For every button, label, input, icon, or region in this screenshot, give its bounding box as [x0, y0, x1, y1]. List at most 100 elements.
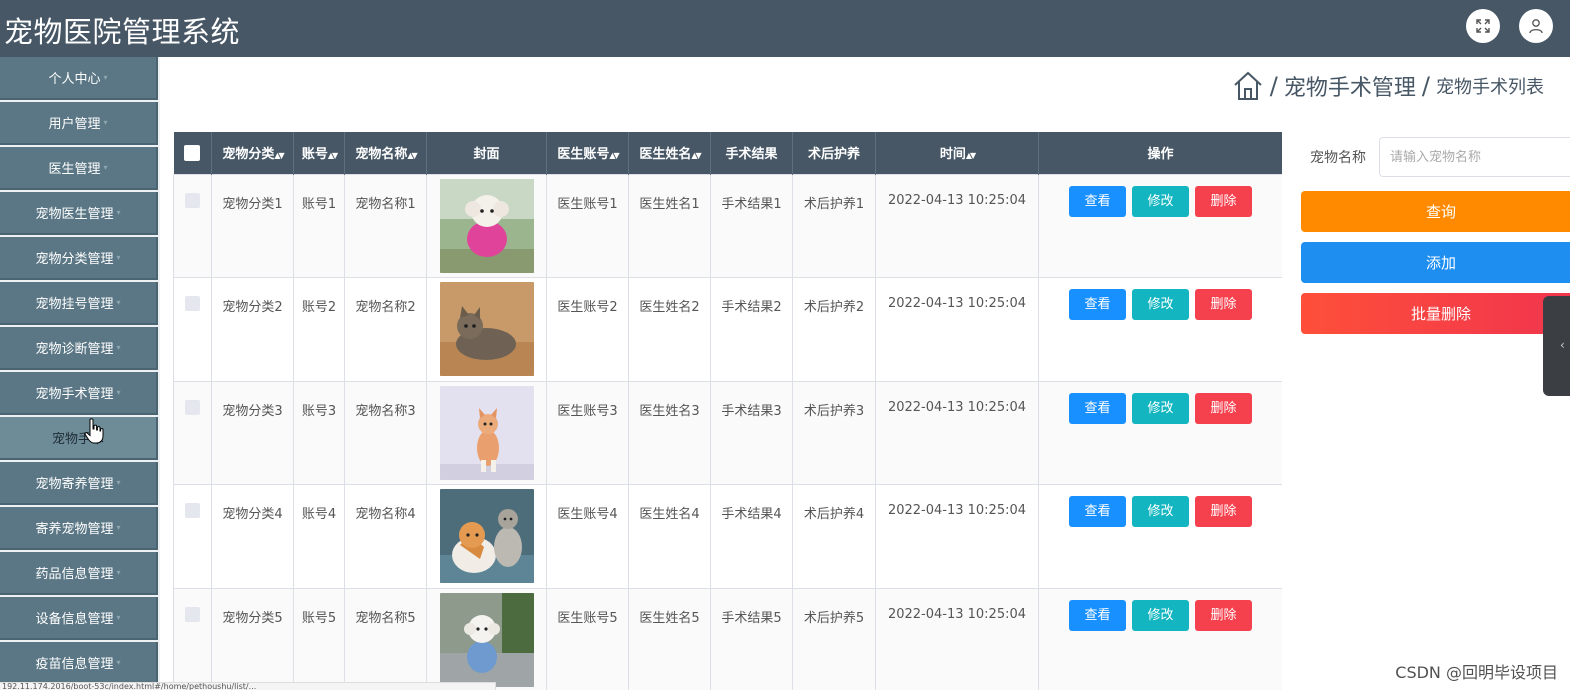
sidebar-item-label: 宠物医生管理	[35, 207, 114, 222]
select-all-checkbox[interactable]	[184, 144, 201, 161]
sidebar-item-pet-boarding[interactable]: 宠物寄养管理 ▾	[0, 462, 158, 505]
chevron-down-icon: ▾	[103, 118, 108, 127]
app-title: 宠物医院管理系统	[4, 15, 241, 49]
delete-button[interactable]: 删除	[1195, 185, 1252, 217]
sidebar-item-pet-diagnosis[interactable]: 宠物诊断管理 ▾	[0, 327, 158, 370]
row-checkbox[interactable]	[185, 503, 200, 518]
sidebar-item-doctors[interactable]: 医生管理 ▾	[0, 147, 158, 190]
sidebar-item-pet-categories[interactable]: 宠物分类管理 ▾	[0, 237, 158, 280]
cell-account: 账号1	[293, 173, 345, 278]
cell-cover	[426, 173, 547, 278]
delete-button[interactable]: 删除	[1195, 392, 1252, 424]
pet-photo-kitten	[439, 385, 534, 480]
pet-name-search-input[interactable]	[1379, 137, 1570, 177]
cell-doctor-account: 医生账号3	[546, 380, 629, 485]
delete-button[interactable]: 删除	[1195, 496, 1252, 527]
sidebar-item-label: 寄养宠物管理	[35, 522, 114, 537]
chevron-down-icon: ▾	[116, 523, 121, 532]
cell-care: 术后护养4	[792, 484, 876, 589]
chevron-down-icon: ▾	[116, 253, 121, 262]
delete-button[interactable]: 删除	[1195, 289, 1252, 320]
cell-cover	[426, 277, 547, 382]
fullscreen-button[interactable]	[1466, 9, 1500, 43]
column-header-pet-name[interactable]: 宠物名称▲▼	[344, 132, 427, 174]
column-header-actions: 操作	[1038, 132, 1282, 174]
column-header-account[interactable]: 账号▲▼	[293, 132, 345, 174]
sidebar: 个人中心 ▾ 用户管理 ▾ 医生管理 ▾ 宠物医生管理 ▾ 宠物分类管理 ▾ 宠物挂号管理…	[0, 57, 160, 690]
edit-button[interactable]: 修改	[1132, 185, 1189, 217]
side-drawer-tab[interactable]: ‹	[1543, 296, 1570, 396]
sidebar-item-vaccines[interactable]: 疫苗信息管理 ▾	[0, 642, 158, 685]
cell-time: 2022-04-13 10:25:04	[875, 277, 1039, 382]
row-checkbox[interactable]	[185, 399, 200, 415]
view-button[interactable]: 查看	[1069, 599, 1126, 631]
batch-delete-button[interactable]: 批量删除	[1301, 293, 1570, 334]
sort-icon[interactable]: ▲▼	[609, 151, 619, 160]
cell-time: 2022-04-13 10:25:04	[875, 587, 1039, 690]
table-row: 宠物分类3 账号3 宠物名称3 医生账号3 医生姓名3 手术结果3 术后护养3 …	[173, 380, 1282, 485]
column-header-doctor-account[interactable]: 医生账号▲▼	[546, 132, 629, 174]
sidebar-item-users[interactable]: 用户管理 ▾	[0, 102, 158, 145]
sidebar-item-personal-center[interactable]: 个人中心 ▾	[0, 57, 158, 100]
user-button[interactable]	[1519, 9, 1553, 43]
sidebar-item-pet-surgery[interactable]: 宠物手术管理 ▾	[0, 372, 158, 415]
sidebar-item-label: 药品信息管理	[35, 567, 114, 582]
sidebar-subitem-pet-surgery[interactable]: 宠物手术	[0, 417, 158, 460]
view-button[interactable]: 查看	[1069, 496, 1126, 527]
cell-actions: 查看 修改 删除	[1038, 380, 1282, 485]
home-icon[interactable]	[1232, 70, 1264, 102]
edit-button[interactable]: 修改	[1132, 289, 1189, 320]
cell-category: 宠物分类5	[211, 587, 294, 690]
column-header-time[interactable]: 时间▲▼	[875, 132, 1039, 174]
view-button[interactable]: 查看	[1069, 185, 1126, 217]
row-checkbox-cell	[173, 484, 212, 589]
cell-result: 手术结果4	[710, 484, 793, 589]
sort-icon[interactable]: ▲▼	[328, 151, 338, 160]
cell-category: 宠物分类3	[211, 380, 294, 485]
edit-button[interactable]: 修改	[1132, 496, 1189, 527]
sidebar-item-pet-doctors[interactable]: 宠物医生管理 ▾	[0, 192, 158, 235]
sort-icon[interactable]: ▲▼	[407, 151, 417, 160]
sort-icon[interactable]: ▲▼	[274, 151, 284, 160]
column-header-category[interactable]: 宠物分类▲▼	[211, 132, 294, 174]
cell-account: 账号4	[293, 484, 345, 589]
chevron-left-icon: ‹	[1560, 338, 1565, 352]
surgery-table: 宠物分类▲▼ 账号▲▼ 宠物名称▲▼ 封面 医生账号▲▼ 医生姓名▲▼ 手术结果…	[173, 132, 1282, 690]
search-label: 宠物名称	[1310, 150, 1366, 166]
cell-pet-name: 宠物名称2	[344, 277, 427, 382]
hand-cursor-icon	[84, 418, 104, 444]
sort-icon[interactable]: ▲▼	[966, 151, 976, 160]
sidebar-item-equipment[interactable]: 设备信息管理 ▾	[0, 597, 158, 640]
cell-actions: 查看 修改 删除	[1038, 484, 1282, 589]
query-button[interactable]: 查询	[1301, 191, 1570, 232]
table-header-row: 宠物分类▲▼ 账号▲▼ 宠物名称▲▼ 封面 医生账号▲▼ 医生姓名▲▼ 手术结果…	[173, 132, 1282, 174]
edit-button[interactable]: 修改	[1132, 392, 1189, 424]
cell-time: 2022-04-13 10:25:04	[875, 380, 1039, 485]
column-header-doctor-name[interactable]: 医生姓名▲▼	[628, 132, 711, 174]
cell-actions: 查看 修改 删除	[1038, 587, 1282, 690]
row-checkbox[interactable]	[185, 296, 200, 311]
cell-cover	[426, 484, 547, 589]
cell-category: 宠物分类2	[211, 277, 294, 382]
cell-doctor-name: 医生姓名4	[628, 484, 711, 589]
cell-cover	[426, 587, 547, 690]
chevron-down-icon: ▾	[103, 163, 108, 172]
chevron-down-icon: ▾	[116, 208, 121, 217]
edit-button[interactable]: 修改	[1132, 599, 1189, 631]
sidebar-item-boarded-pets[interactable]: 寄养宠物管理 ▾	[0, 507, 158, 550]
cell-doctor-name: 医生姓名3	[628, 380, 711, 485]
sidebar-item-pet-registration[interactable]: 宠物挂号管理 ▾	[0, 282, 158, 325]
cell-doctor-name: 医生姓名2	[628, 277, 711, 382]
row-checkbox[interactable]	[185, 606, 200, 622]
view-button[interactable]: 查看	[1069, 289, 1126, 320]
sidebar-item-medicines[interactable]: 药品信息管理 ▾	[0, 552, 158, 595]
delete-button[interactable]: 删除	[1195, 599, 1252, 631]
breadcrumb-section[interactable]: 宠物手术管理	[1284, 70, 1416, 102]
cell-result: 手术结果2	[710, 277, 793, 382]
sort-icon[interactable]: ▲▼	[691, 151, 701, 160]
row-checkbox[interactable]	[185, 192, 200, 208]
sidebar-item-label: 个人中心	[48, 72, 101, 87]
chevron-down-icon: ▾	[116, 658, 121, 667]
add-button[interactable]: 添加	[1301, 242, 1570, 283]
view-button[interactable]: 查看	[1069, 392, 1126, 424]
